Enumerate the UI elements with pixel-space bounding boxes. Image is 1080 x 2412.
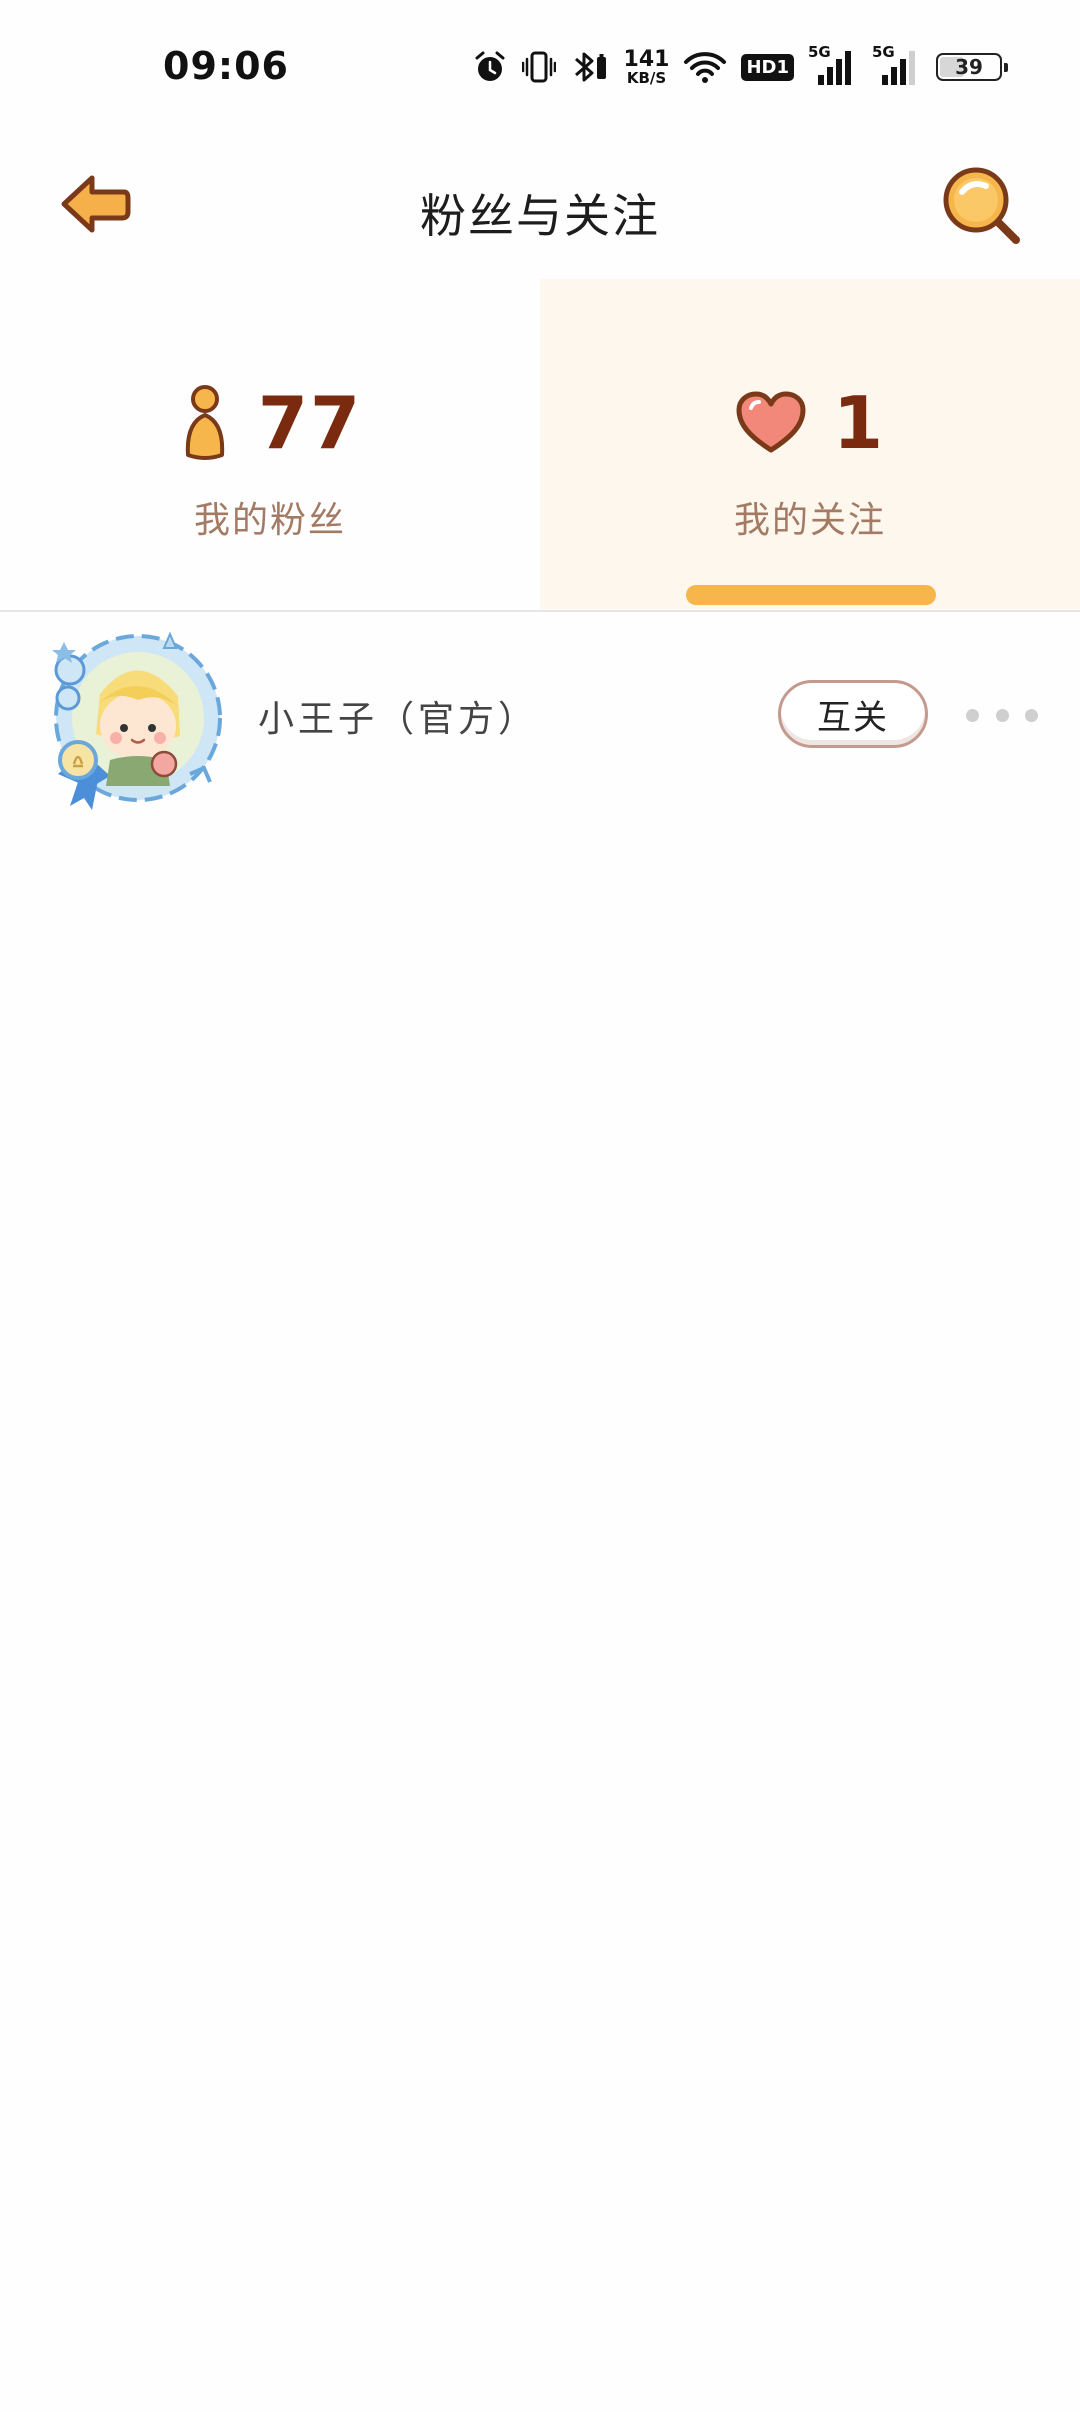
tab-fans-label: 我的粉丝	[193, 500, 346, 541]
battery-icon: 39	[936, 44, 1008, 90]
bluetooth-icon	[570, 44, 610, 90]
hd-icon: HD1	[741, 44, 794, 90]
divider	[0, 610, 1080, 612]
search-button[interactable]	[938, 162, 1024, 248]
active-tab-indicator	[686, 585, 936, 605]
person-icon	[185, 385, 225, 460]
status-icons: 141 KB/S HD1 5G 5G 39	[472, 42, 1008, 92]
signal-icon-2: 5G	[872, 43, 922, 85]
fans-count: 77	[257, 381, 363, 465]
alarm-icon	[472, 44, 508, 90]
tab-fans[interactable]: 77 我的粉丝	[0, 279, 540, 609]
more-dots-icon	[966, 708, 979, 722]
network-speed: 141 KB/S	[623, 46, 670, 87]
avatar[interactable]	[40, 626, 230, 816]
following-stat: 1	[540, 381, 1080, 465]
wifi-icon	[683, 44, 727, 90]
vibrate-icon	[521, 44, 556, 90]
following-count: 1	[832, 381, 886, 465]
mutual-follow-button[interactable]: 互关	[778, 680, 928, 748]
status-bar: 09:06 141 KB/S HD1 5G 5G 39	[0, 0, 1080, 130]
page-title: 粉丝与关注	[420, 189, 660, 243]
list-item[interactable]: 小王子（官方） 互关	[0, 620, 1080, 820]
more-button[interactable]	[966, 700, 1038, 730]
tab-following-label: 我的关注	[733, 500, 886, 541]
tab-following[interactable]: 1 我的关注	[540, 279, 1080, 609]
magnifier-icon	[943, 167, 1020, 244]
heart-icon	[736, 391, 806, 453]
header: 粉丝与关注	[0, 140, 1080, 270]
tab-bar: 77 我的粉丝 1 我的关注	[0, 279, 1080, 609]
signal-icon: 5G	[808, 43, 858, 85]
fans-stat: 77	[0, 381, 540, 465]
user-name: 小王子（官方）	[258, 699, 539, 740]
status-time: 09:06	[163, 44, 289, 88]
